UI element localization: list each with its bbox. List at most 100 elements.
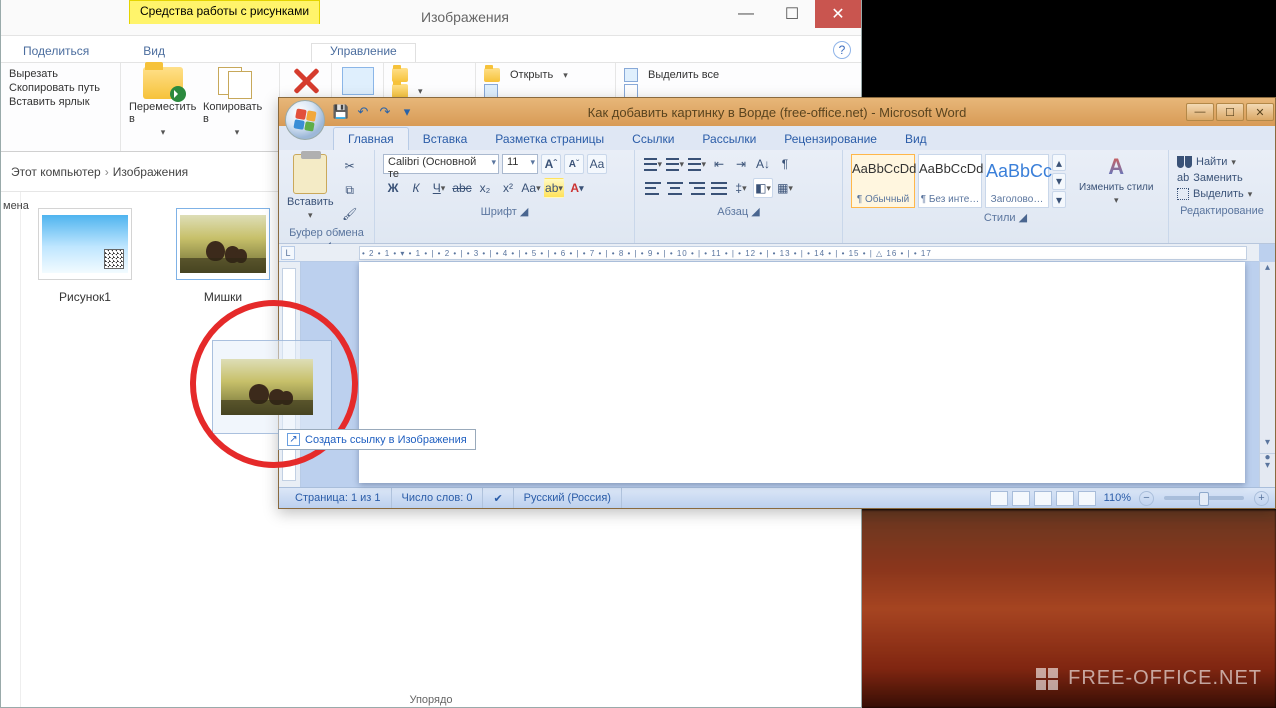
file-item-1[interactable]: Рисунок1 <box>29 208 141 304</box>
browse-object-icon[interactable]: ●▾ <box>1260 453 1275 471</box>
paste-button[interactable]: Вставить▾ <box>287 154 334 224</box>
horizontal-ruler[interactable]: L • 2 • 1 • ▾ • 1 • | • 2 • | • 3 • | • … <box>279 244 1259 262</box>
style-nospacing[interactable]: AaBbCcDd ¶ Без инте… <box>918 154 982 208</box>
breadcrumb-folder[interactable]: Изображения <box>109 165 192 179</box>
justify-icon[interactable] <box>709 178 729 198</box>
highlight-icon[interactable]: ab▾ <box>544 178 564 198</box>
zoom-value[interactable]: 110% <box>1104 492 1131 504</box>
zoom-in-icon[interactable]: + <box>1254 491 1269 506</box>
bullets-icon[interactable]: ▾ <box>643 154 663 174</box>
align-left-icon[interactable] <box>643 178 663 198</box>
new-folder-button[interactable] <box>392 67 467 83</box>
breadcrumb-root[interactable]: Этот компьютер <box>7 165 105 179</box>
font-color-icon[interactable]: A▾ <box>567 178 587 198</box>
zoom-slider[interactable] <box>1164 496 1244 500</box>
status-proofing-icon[interactable]: ✔ <box>483 488 513 508</box>
subscript-icon[interactable]: x₂ <box>475 178 495 198</box>
nav-pane-header: мена <box>1 192 20 212</box>
align-center-icon[interactable] <box>665 178 685 198</box>
tab-manage[interactable]: Управление <box>311 43 416 62</box>
help-icon[interactable]: ? <box>833 41 851 59</box>
zoom-out-icon[interactable]: − <box>1139 491 1154 506</box>
picture-tools-context-tab[interactable]: Средства работы с рисунками <box>129 0 320 24</box>
styles-up-icon[interactable]: ▴ <box>1052 154 1066 171</box>
vertical-scrollbar[interactable]: ▴ ▾ ●▾ <box>1259 262 1275 487</box>
style-normal[interactable]: AaBbCcDd ¶ Обычный <box>851 154 915 208</box>
styles-more-icon[interactable]: ▾ <box>1052 191 1066 208</box>
clear-format-icon[interactable]: Aa <box>587 154 607 174</box>
format-painter-icon[interactable]: 🖌 <box>340 204 360 224</box>
bold-icon[interactable]: Ж <box>383 178 403 198</box>
strike-icon[interactable]: abc <box>452 178 472 198</box>
numbering-icon[interactable]: ▾ <box>665 154 685 174</box>
borders-icon[interactable]: ▦▾ <box>775 178 795 198</box>
move-to-button[interactable]: Переместить в▾ <box>129 67 197 138</box>
font-name-combo[interactable]: Calibri (Основной те <box>383 154 499 174</box>
status-words[interactable]: Число слов: 0 <box>392 488 484 508</box>
copy-icon[interactable]: ⧉ <box>340 180 360 200</box>
superscript-icon[interactable]: x² <box>498 178 518 198</box>
view-print-layout-icon[interactable] <box>990 491 1008 506</box>
cut-button[interactable]: Вырезать <box>9 67 112 81</box>
tab-home[interactable]: Главная <box>333 127 409 150</box>
tab-review[interactable]: Рецензирование <box>770 128 891 150</box>
select-button[interactable]: Выделить▾ <box>1177 186 1267 202</box>
indent-inc-icon[interactable]: ⇥ <box>731 154 751 174</box>
editing-group-label: Редактирование <box>1177 202 1267 217</box>
shading-icon[interactable]: ◧▾ <box>753 178 773 198</box>
line-spacing-icon[interactable]: ‡▾ <box>731 178 751 198</box>
nav-pane[interactable]: мена <box>1 192 21 707</box>
align-right-icon[interactable] <box>687 178 707 198</box>
view-outline-icon[interactable] <box>1056 491 1074 506</box>
tab-references[interactable]: Ссылки <box>618 128 688 150</box>
ruler-ticks: • 2 • 1 • ▾ • 1 • | • 2 • | • 3 • | • 4 … <box>359 246 1247 260</box>
status-page[interactable]: Страница: 1 из 1 <box>285 488 392 508</box>
explorer-title: Изображения <box>421 9 509 25</box>
multilevel-icon[interactable]: ▾ <box>687 154 707 174</box>
office-button[interactable] <box>285 100 325 140</box>
tab-word-view[interactable]: Вид <box>891 128 941 150</box>
change-styles-button[interactable]: A Изменить стили ▾ <box>1079 154 1153 208</box>
watermark: FREE-OFFICE.NET <box>1036 667 1262 690</box>
maximize-button[interactable]: ☐ <box>769 0 815 28</box>
replace-button[interactable]: abЗаменить <box>1177 170 1267 186</box>
paragraph-group-label: Абзац ◢ <box>643 202 834 218</box>
cut-icon[interactable]: ✂ <box>340 156 360 176</box>
copy-to-button[interactable]: Копировать в▾ <box>203 67 271 138</box>
find-button[interactable]: Найти▾ <box>1177 154 1267 170</box>
view-full-reading-icon[interactable] <box>1012 491 1030 506</box>
tab-layout[interactable]: Разметка страницы <box>481 128 618 150</box>
copy-path-button[interactable]: Скопировать путь <box>9 81 112 95</box>
view-web-icon[interactable] <box>1034 491 1052 506</box>
file-item-2[interactable]: Мишки <box>167 208 279 304</box>
open-button[interactable]: Открыть▾ <box>484 67 607 83</box>
styles-down-icon[interactable]: ▾ <box>1052 173 1066 190</box>
scroll-up-icon[interactable]: ▴ <box>1260 262 1275 278</box>
font-size-combo[interactable]: 11 <box>502 154 538 174</box>
rename-button[interactable] <box>342 67 374 95</box>
show-marks-icon[interactable]: ¶ <box>775 154 795 174</box>
sort-icon[interactable]: A↓ <box>753 154 773 174</box>
indent-dec-icon[interactable]: ⇤ <box>709 154 729 174</box>
shrink-font-icon[interactable]: Aˇ <box>564 154 584 174</box>
view-draft-icon[interactable] <box>1078 491 1096 506</box>
status-language[interactable]: Русский (Россия) <box>514 488 622 508</box>
delete-button[interactable] <box>289 67 323 95</box>
tab-mailings[interactable]: Рассылки <box>688 128 770 150</box>
scroll-down-icon[interactable]: ▾ <box>1260 437 1275 453</box>
grow-font-icon[interactable]: Aˆ <box>541 154 561 174</box>
tab-selector-icon[interactable]: L <box>281 246 295 260</box>
minimize-button[interactable]: — <box>723 0 769 28</box>
document-page[interactable] <box>359 262 1245 483</box>
paste-shortcut-button[interactable]: Вставить ярлык <box>9 95 112 109</box>
italic-icon[interactable]: К <box>406 178 426 198</box>
change-case-icon[interactable]: Aa▾ <box>521 178 541 198</box>
style-heading1[interactable]: AaBbCc Заголово… <box>985 154 1049 208</box>
file-label: Мишки <box>167 290 279 304</box>
tab-insert[interactable]: Вставка <box>409 128 482 150</box>
tab-view[interactable]: Вид <box>125 44 183 62</box>
select-all-button[interactable]: Выделить все <box>624 67 719 83</box>
tab-share[interactable]: Поделиться <box>5 44 107 62</box>
close-button[interactable]: ✕ <box>815 0 861 28</box>
underline-icon[interactable]: Ч▾ <box>429 178 449 198</box>
